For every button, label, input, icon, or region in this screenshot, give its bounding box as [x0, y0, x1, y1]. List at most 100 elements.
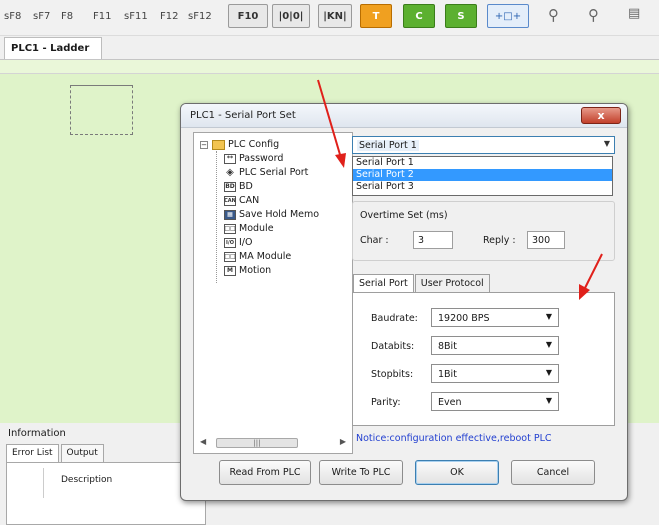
error-list-table: Description [6, 462, 206, 525]
parallel-contact-button[interactable]: |0|0| [272, 4, 310, 28]
folder-icon [212, 139, 225, 150]
tree-horizontal-scrollbar[interactable]: ◀ ||| ▶ [196, 436, 350, 450]
fkey-sf12[interactable]: sF12 [188, 11, 212, 22]
tab-output[interactable]: Output [60, 444, 104, 462]
baudrate-value: 19200 BPS [438, 313, 490, 324]
can-icon: CAN [224, 195, 236, 206]
serial-port-select[interactable]: Serial Port 1 ▼ [352, 136, 615, 154]
chevron-down-icon[interactable]: ▼ [546, 396, 552, 405]
fkey-sf11[interactable]: sF11 [124, 11, 148, 22]
tab-plc1-ladder[interactable]: PLC1 - Ladder [4, 37, 102, 59]
tree-item-label: PLC Config [228, 139, 280, 150]
tree-item-label: PLC Serial Port [239, 167, 309, 178]
write-to-plc-button[interactable]: Write To PLC [319, 460, 403, 485]
tree-item-io[interactable]: I/O I/O [224, 236, 252, 249]
timer-button[interactable]: T [360, 4, 392, 28]
chevron-down-icon[interactable]: ▼ [546, 312, 552, 321]
zoom-in-icon[interactable]: ⚲ [548, 6, 559, 24]
read-from-plc-button[interactable]: Read From PLC [219, 460, 311, 485]
column-header-description[interactable]: Description [61, 475, 112, 485]
fkey-sf7[interactable]: sF7 [33, 11, 50, 22]
save-hold-memo-icon: ▦ [224, 209, 236, 220]
fkey-f11[interactable]: F11 [93, 11, 111, 22]
stopbits-select[interactable]: 1Bit ▼ [431, 364, 559, 383]
parity-value: Even [438, 397, 462, 408]
overtime-group: Overtime Set (ms) Char : 3 Reply : 300 [352, 201, 615, 261]
tree-item-plc-serial-port[interactable]: ◈ PLC Serial Port [224, 166, 308, 179]
close-icon: x [597, 109, 605, 122]
tree-item-ma-module[interactable]: □□ MA Module [224, 250, 291, 263]
close-button[interactable]: x [581, 107, 621, 124]
option-serial-port-3[interactable]: Serial Port 3 [353, 181, 612, 193]
serial-port-select-value: Serial Port 1 [357, 140, 419, 151]
tree-item-label: Save Hold Memo [239, 209, 320, 220]
reply-input[interactable]: 300 [527, 231, 565, 249]
kn-button[interactable]: |KN| [318, 4, 352, 28]
tab-serial-port[interactable]: Serial Port [353, 274, 414, 293]
f10-button[interactable]: F10 [228, 4, 268, 28]
config-tree: − PLC Config ** Password ◈ PLC Serial Po… [193, 132, 353, 454]
grid-icon[interactable]: ▤ [628, 6, 640, 21]
fkey-sf8[interactable]: sF8 [4, 11, 21, 22]
tree-item-label: BD [239, 181, 253, 192]
databits-label: Databits: [371, 341, 415, 352]
counter-button[interactable]: C [403, 4, 435, 28]
chevron-down-icon[interactable]: ▼ [546, 368, 552, 377]
scroll-left-icon[interactable]: ◀ [200, 437, 206, 446]
cancel-button[interactable]: Cancel [511, 460, 595, 485]
tree-item-label: Motion [239, 265, 272, 276]
baudrate-select[interactable]: 19200 BPS ▼ [431, 308, 559, 327]
ladder-ruler [0, 60, 659, 74]
tree-item-bd[interactable]: BD BD [224, 180, 253, 193]
tree-item-can[interactable]: CAN CAN [224, 194, 259, 207]
stopbits-value: 1Bit [438, 369, 457, 380]
overtime-label: Overtime Set (ms) [360, 210, 448, 221]
option-serial-port-1[interactable]: Serial Port 1 [353, 157, 612, 169]
information-panel-title: Information [8, 428, 66, 439]
tree-item-label: CAN [239, 195, 260, 206]
baudrate-label: Baudrate: [371, 313, 418, 324]
tree-item-label: I/O [239, 237, 253, 248]
tree-item-motion[interactable]: M Motion [224, 264, 271, 277]
module-icon: □□ [224, 223, 236, 234]
databits-select[interactable]: 8Bit ▼ [431, 336, 559, 355]
dialog-titlebar[interactable]: PLC1 - Serial Port Set x [181, 104, 627, 128]
column-divider [43, 468, 44, 498]
notice-text: Notice:configuration effective,reboot PL… [356, 433, 552, 444]
chevron-down-icon[interactable]: ▼ [546, 340, 552, 349]
stopbits-label: Stopbits: [371, 369, 414, 380]
tree-item-save-hold-memo[interactable]: ▦ Save Hold Memo [224, 208, 319, 221]
tree-guide-line [216, 151, 217, 283]
scroll-thumb[interactable]: ||| [216, 438, 298, 448]
fkey-f8[interactable]: F8 [61, 11, 73, 22]
tab-error-list[interactable]: Error List [6, 444, 59, 462]
parity-select[interactable]: Even ▼ [431, 392, 559, 411]
tree-item-plc-config[interactable]: − PLC Config [200, 138, 279, 151]
tree-item-module[interactable]: □□ Module [224, 222, 274, 235]
serial-port-set-dialog: PLC1 - Serial Port Set x − PLC Config **… [180, 103, 628, 501]
toolbar: sF8 sF7 F8 F11 sF11 F12 sF12 F10 |0|0| |… [0, 0, 659, 36]
tree-item-password[interactable]: ** Password [224, 152, 283, 165]
io-icon: I/O [224, 237, 236, 248]
serial-port-tab-panel: Baudrate: 19200 BPS ▼ Databits: 8Bit ▼ S… [352, 292, 615, 426]
scroll-right-icon[interactable]: ▶ [340, 437, 346, 446]
parity-label: Parity: [371, 397, 401, 408]
char-input[interactable]: 3 [413, 231, 453, 249]
chevron-down-icon[interactable]: ▼ [604, 139, 610, 148]
ok-button[interactable]: OK [415, 460, 499, 485]
set-button[interactable]: S [445, 4, 477, 28]
char-label: Char : [360, 235, 389, 246]
option-serial-port-2[interactable]: Serial Port 2 [353, 169, 612, 181]
insert-line-button[interactable]: +□+ [487, 4, 529, 28]
ladder-cursor-cell[interactable] [70, 85, 133, 135]
zoom-out-icon[interactable]: ⚲ [588, 6, 599, 24]
tree-item-label: Password [239, 153, 284, 164]
collapse-icon[interactable]: − [200, 140, 208, 149]
fkey-f12[interactable]: F12 [160, 11, 178, 22]
databits-value: 8Bit [438, 341, 457, 352]
tab-user-protocol[interactable]: User Protocol [414, 274, 490, 292]
serial-port-dropdown-list: Serial Port 1 Serial Port 2 Serial Port … [352, 156, 613, 196]
reply-label: Reply : [483, 235, 516, 246]
password-icon: ** [224, 153, 236, 164]
settings-tabs: Serial Port User Protocol [353, 274, 491, 293]
